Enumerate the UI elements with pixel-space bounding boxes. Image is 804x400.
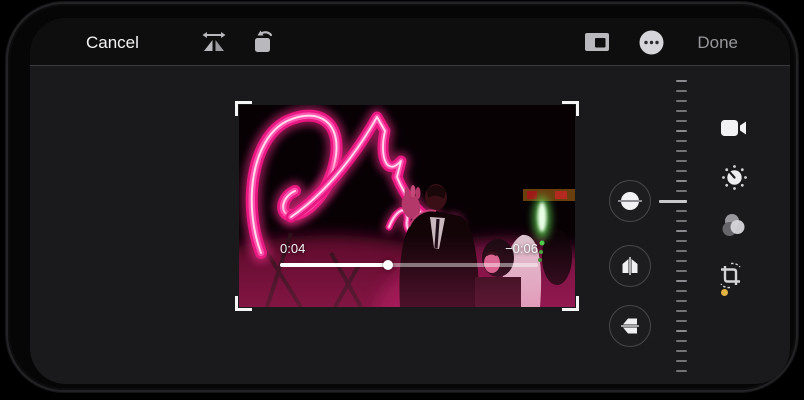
filters-icon (721, 212, 747, 238)
scrubber-fill (280, 263, 388, 267)
flip-horizontal-button[interactable] (198, 18, 230, 66)
crop-handle-top-right[interactable] (562, 101, 579, 116)
ruler-tick (676, 80, 687, 82)
timestamps: 0:04 −0:06 (280, 241, 538, 256)
ruler-tick (676, 350, 687, 352)
straighten-icon (617, 188, 643, 214)
crop-edits-badge (721, 289, 728, 296)
top-toolbar: Cancel (30, 18, 790, 66)
horizontal-perspective-button[interactable] (609, 305, 651, 347)
straighten-ruler[interactable] (676, 80, 688, 384)
video-still-neon-sign (239, 105, 575, 307)
ruler-tick (676, 160, 687, 162)
crop-handle-top-left[interactable] (235, 101, 252, 116)
ruler-tick (676, 90, 687, 92)
aspect-ratio-button[interactable] (580, 18, 614, 66)
more-options-button[interactable] (634, 18, 668, 66)
ruler-pointer (659, 200, 687, 203)
vertical-perspective-button[interactable] (609, 245, 651, 287)
crop-rotate-icon (717, 262, 744, 289)
ruler-tick (676, 140, 687, 142)
adjust-dial-icon (721, 164, 748, 191)
tab-filters[interactable] (720, 211, 748, 239)
ruler-tick (676, 280, 687, 282)
ruler-tick (676, 360, 687, 362)
ruler-tick (676, 240, 687, 242)
ruler-tick (676, 310, 687, 312)
ruler-tick (676, 210, 687, 212)
ruler-tick (676, 290, 687, 292)
remaining-time: −0:06 (505, 241, 538, 256)
horizontal-perspective-icon (618, 314, 642, 338)
video-scrubber[interactable] (280, 263, 538, 267)
rotate-icon (251, 29, 277, 55)
flip-horizontal-icon (201, 30, 227, 54)
rotate-button[interactable] (248, 18, 280, 66)
straighten-button[interactable] (609, 180, 651, 222)
tab-adjust[interactable] (720, 163, 748, 191)
ruler-tick (676, 340, 687, 342)
crop-handle-bottom-right[interactable] (562, 296, 579, 311)
ruler-tick (676, 270, 687, 272)
ruler-tick (676, 100, 687, 102)
ruler-tick (676, 230, 687, 232)
tab-video[interactable] (720, 114, 748, 142)
ruler-tick (676, 370, 687, 372)
elapsed-time: 0:04 (280, 241, 305, 256)
ruler-tick (676, 300, 687, 302)
ruler-tick (676, 110, 687, 112)
screen: Cancel (30, 18, 790, 384)
ruler-tick (676, 320, 687, 322)
ruler-tick (676, 170, 687, 172)
tab-crop[interactable] (716, 261, 744, 289)
ruler-tick (676, 330, 687, 332)
ruler-tick (676, 120, 687, 122)
vertical-perspective-icon (618, 254, 642, 278)
done-button[interactable]: Done (697, 18, 738, 66)
ruler-tick (676, 250, 687, 252)
background: Cancel (0, 0, 804, 400)
ruler-tick (676, 180, 687, 182)
video-preview[interactable]: 0:04 −0:06 (239, 105, 575, 307)
ruler-tick (676, 190, 687, 192)
ruler-tick (676, 130, 687, 132)
video-camera-icon (720, 117, 748, 139)
aspect-ratio-icon (583, 31, 611, 53)
iphone-frame: Cancel (6, 2, 798, 392)
ruler-tick (676, 260, 687, 262)
crop-handle-bottom-left[interactable] (235, 296, 252, 311)
crop-editor-area: 0:04 −0:06 (30, 66, 790, 384)
ruler-tick (676, 150, 687, 152)
ruler-tick (676, 220, 687, 222)
cancel-button[interactable]: Cancel (86, 18, 139, 66)
more-options-icon (638, 29, 665, 56)
